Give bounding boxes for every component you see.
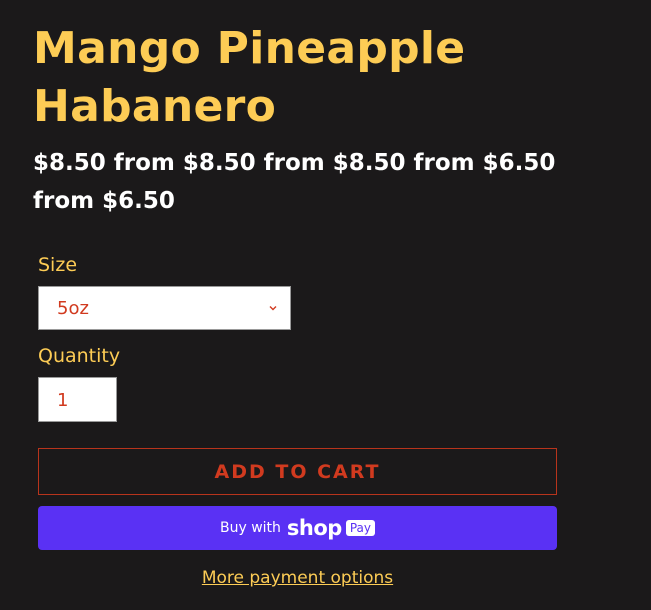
quantity-value: 1 [57,390,69,411]
quantity-label: Quantity [38,345,121,367]
buy-with-label: Buy with [220,520,281,536]
size-label: Size [38,254,78,276]
product-price: $8.50 from $8.50 from $8.50 from $6.50 f… [33,150,556,214]
size-select[interactable]: 5oz [38,286,291,330]
more-payment-options-link[interactable]: More payment options [38,568,557,588]
size-select-value: 5oz [57,298,89,319]
shop-pay-button[interactable]: Buy with shop Pay [38,506,557,550]
product-title: Mango Pineapple Habanero [33,23,466,132]
add-to-cart-label: ADD TO CART [214,460,381,483]
shop-logo: shop [286,516,342,540]
pay-badge: Pay [345,520,375,536]
add-to-cart-button[interactable]: ADD TO CART [38,448,557,495]
chevron-down-icon [269,306,277,311]
quantity-input[interactable]: 1 [38,377,117,422]
